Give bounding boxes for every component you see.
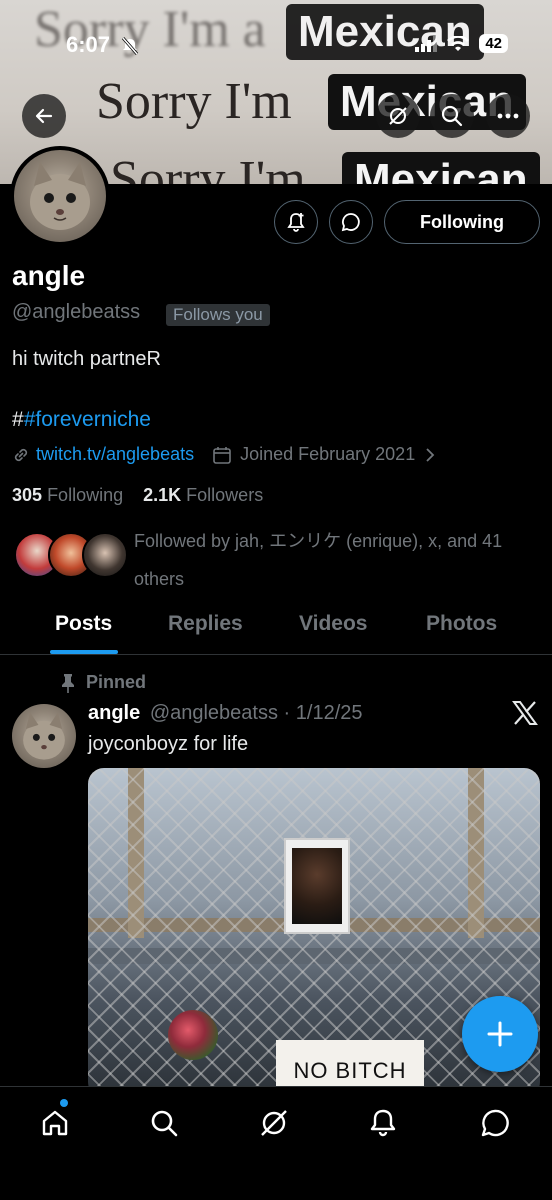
cat-avatar-image <box>30 162 90 230</box>
post-text: joyconboyz for life <box>88 733 249 755</box>
tab-photos[interactable]: Photos <box>426 612 497 636</box>
profile-meta: twitch.tv/anglebeats Joined February 202… <box>12 444 437 465</box>
search-icon <box>441 105 463 127</box>
followers-label: Followers <box>186 485 264 505</box>
bell-icon <box>370 1109 396 1137</box>
signal-icon <box>415 35 438 52</box>
pin-icon <box>62 673 74 693</box>
post-author-avatar[interactable] <box>12 704 76 768</box>
follow-counts: 305 Following 2.1K Followers <box>12 485 263 506</box>
search-button[interactable] <box>430 94 474 138</box>
post-author-handle[interactable]: @anglebeatss <box>150 702 278 724</box>
followers-link[interactable]: 2.1K Followers <box>143 485 263 505</box>
grok-icon <box>261 1110 287 1136</box>
nav-messages[interactable] <box>475 1103 515 1143</box>
nav-search[interactable] <box>144 1103 184 1143</box>
plus-icon <box>487 1021 513 1047</box>
profile-bio: hi twitch partneR <box>12 348 161 370</box>
compose-post-button[interactable] <box>462 996 538 1072</box>
bell-plus-icon <box>287 213 305 232</box>
active-tab-indicator <box>50 650 118 654</box>
bottom-navigation <box>0 1086 552 1200</box>
more-dots-icon <box>497 113 519 119</box>
banner-box-3: Mexican <box>342 152 540 184</box>
link-icon <box>14 448 28 461</box>
photo-poster <box>284 838 350 934</box>
wifi-icon <box>447 35 470 51</box>
status-bar: 6:07 42 <box>0 30 552 60</box>
flower-bouquet <box>168 1010 218 1060</box>
grok-icon <box>389 107 407 125</box>
hashtag-link[interactable]: #foreverniche <box>24 408 151 431</box>
grok-button[interactable] <box>376 94 420 138</box>
avatar <box>82 532 128 578</box>
website-link[interactable]: twitch.tv/anglebeats <box>36 444 194 465</box>
search-icon <box>151 1110 178 1137</box>
calendar-icon <box>213 446 231 464</box>
following-link[interactable]: 305 Following <box>12 485 123 505</box>
arrow-left-icon <box>35 108 53 124</box>
home-icon <box>42 1110 68 1136</box>
chevron-right-icon[interactable] <box>423 447 437 463</box>
hashtag-prefix: # <box>12 408 24 431</box>
post-date[interactable]: 1/12/25 <box>296 702 363 724</box>
mutual-followers-avatars[interactable] <box>14 532 128 582</box>
banner-text-3: Sorry I'm <box>110 151 306 184</box>
joined-date: Joined February 2021 <box>240 444 416 464</box>
post-author-name[interactable]: angle <box>88 702 140 724</box>
bell-slash-icon <box>121 37 139 55</box>
follows-you-badge: Follows you <box>166 304 270 326</box>
pinned-text: Pinned <box>86 672 147 692</box>
tab-posts[interactable]: Posts <box>55 612 112 636</box>
tab-replies[interactable]: Replies <box>168 612 243 636</box>
post-separator: · <box>283 702 291 724</box>
status-time: 6:07 <box>66 32 111 57</box>
battery-indicator: 42 <box>479 34 508 53</box>
chat-bubble-icon <box>341 213 360 232</box>
profile-avatar[interactable] <box>10 146 110 246</box>
banner-text-2: Sorry I'm <box>96 73 292 130</box>
user-handle: @anglebeatss <box>12 301 141 323</box>
chat-bubble-icon <box>481 1109 509 1137</box>
cat-avatar-image <box>23 712 65 760</box>
tab-videos[interactable]: Videos <box>299 612 367 636</box>
back-button[interactable] <box>22 94 66 138</box>
status-indicators: 42 <box>415 34 508 53</box>
more-options-button[interactable] <box>486 94 530 138</box>
poster-portrait <box>292 848 342 924</box>
followed-by-text[interactable]: Followed by jah, エンリケ (enrique), x, and … <box>134 522 534 598</box>
display-name: angle <box>12 260 86 291</box>
following-button[interactable]: Following <box>384 200 540 244</box>
nav-grok[interactable] <box>254 1103 294 1143</box>
bio-hashtag-line: ##foreverniche <box>12 408 151 432</box>
profile-tabs: Posts Replies Videos Photos <box>0 600 552 655</box>
following-label: Following <box>47 485 124 505</box>
followers-count: 2.1K <box>143 485 182 505</box>
home-notification-dot <box>60 1099 68 1107</box>
nav-home[interactable] <box>35 1103 75 1143</box>
message-button[interactable] <box>329 200 373 244</box>
x-logo-icon[interactable] <box>512 700 538 726</box>
pinned-label: Pinned <box>60 672 146 693</box>
following-count: 305 <box>12 485 43 505</box>
post-header: angle @anglebeatss · 1/12/25 <box>88 702 363 725</box>
nav-notifications[interactable] <box>363 1103 403 1143</box>
notification-subscribe-button[interactable] <box>274 200 318 244</box>
